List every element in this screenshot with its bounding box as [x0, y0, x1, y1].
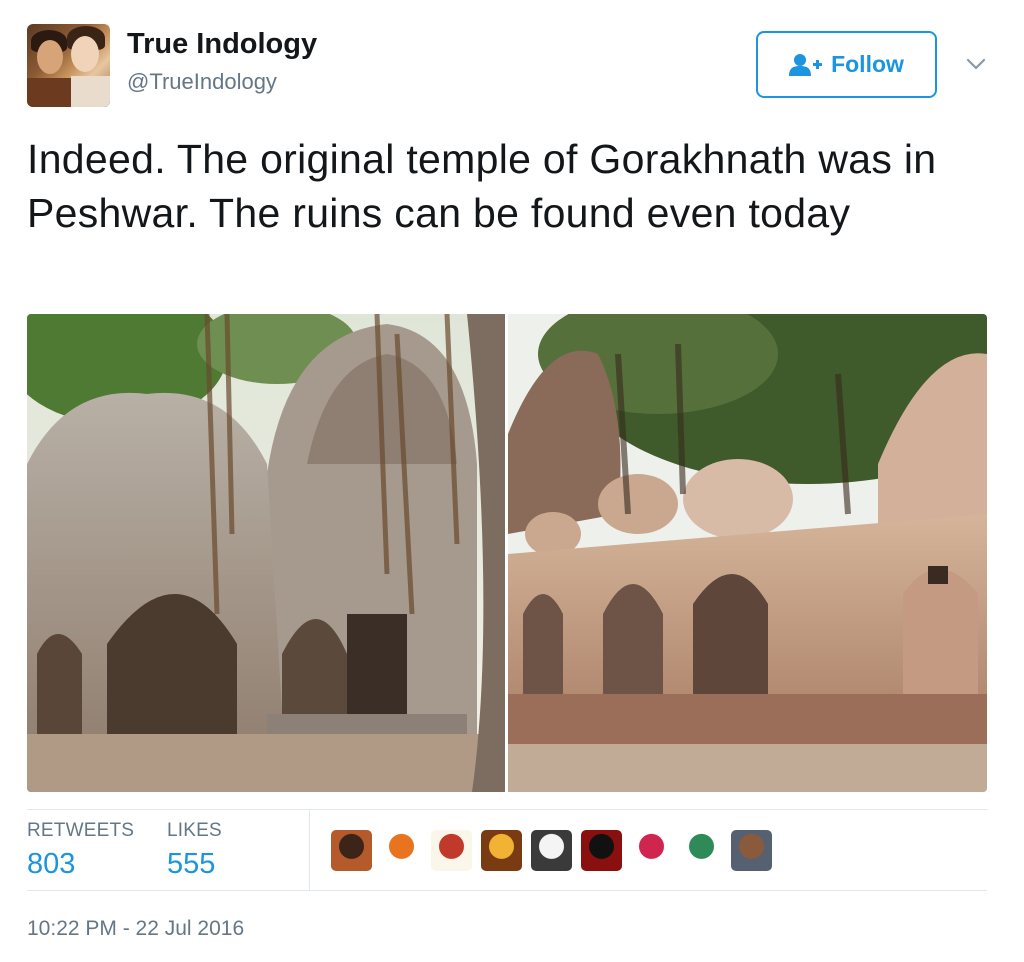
liker-avatar-7[interactable]	[631, 830, 672, 871]
liker-avatar-6[interactable]	[581, 830, 622, 871]
tweet-media[interactable]	[27, 314, 987, 792]
stats-separator	[309, 810, 310, 890]
liker-avatar-4[interactable]	[481, 830, 522, 871]
temple-ruins-photo-left[interactable]	[27, 314, 505, 792]
likes-stat[interactable]: LIKES 555	[167, 820, 222, 881]
liker-avatar-9[interactable]	[731, 830, 772, 871]
tweet-header: True Indology @TrueIndology Follow	[27, 24, 997, 108]
tweet-timestamp[interactable]: 10:22 PM - 22 Jul 2016	[27, 917, 244, 941]
liker-avatar-8[interactable]	[681, 830, 722, 871]
chevron-down-icon[interactable]	[964, 52, 988, 76]
author-name[interactable]: True Indology	[127, 28, 317, 61]
likes-label: LIKES	[167, 820, 222, 841]
liker-avatar-5[interactable]	[531, 830, 572, 871]
likes-count[interactable]: 555	[167, 848, 222, 881]
liker-avatar-3[interactable]	[431, 830, 472, 871]
liker-avatars	[331, 830, 772, 871]
retweets-stat[interactable]: RETWEETS 803	[27, 820, 134, 881]
retweets-count[interactable]: 803	[27, 848, 134, 881]
divider-top	[27, 809, 987, 810]
add-user-icon	[789, 53, 823, 76]
author-avatar[interactable]	[27, 24, 110, 107]
follow-button[interactable]: Follow	[756, 31, 937, 98]
divider-bottom	[27, 890, 987, 891]
follow-button-label: Follow	[831, 51, 904, 77]
author-handle[interactable]: @TrueIndology	[127, 69, 277, 95]
retweets-label: RETWEETS	[27, 820, 135, 841]
tweet-text: Indeed. The original temple of Gorakhnat…	[27, 136, 937, 236]
temple-ruins-photo-right[interactable]	[508, 314, 987, 792]
liker-avatar-2[interactable]	[381, 830, 422, 871]
liker-avatar-1[interactable]	[331, 830, 372, 871]
